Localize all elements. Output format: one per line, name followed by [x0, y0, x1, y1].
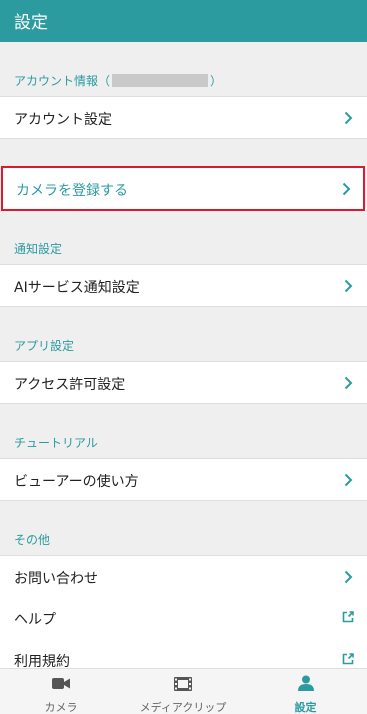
- tab-label: カメラ: [44, 701, 78, 714]
- row-label: アクセス許可設定: [14, 377, 126, 393]
- section-account-info-suffix: ）: [210, 74, 223, 88]
- row-contact[interactable]: お問い合わせ: [0, 555, 367, 598]
- row-label: AIサービス通知設定: [14, 280, 140, 296]
- row-label: ヘルプ: [14, 612, 56, 628]
- section-app-settings: アプリ設定: [14, 339, 75, 353]
- tab-label: メディアクリップ: [139, 701, 227, 714]
- section-account-info-prefix: アカウント情報（: [14, 74, 111, 88]
- chevron-right-icon: [344, 111, 353, 125]
- app-header: 設定: [0, 0, 367, 42]
- row-label: 利用規約: [14, 654, 70, 668]
- external-link-icon: [342, 653, 354, 665]
- external-link-icon: [342, 611, 354, 623]
- bottom-tab-bar: カメラ メディアクリップ 設定: [0, 668, 367, 714]
- chevron-right-icon: [344, 473, 353, 487]
- tab-label: 設定: [294, 701, 317, 714]
- row-viewer-howto[interactable]: ビューアーの使い方: [0, 458, 367, 501]
- section-account-info: アカウント情報（ ）: [14, 72, 222, 89]
- row-label: アカウント設定: [14, 112, 112, 128]
- chevron-right-icon: [344, 570, 353, 584]
- section-notification: 通知設定: [14, 242, 63, 256]
- row-ai-notification-settings[interactable]: AIサービス通知設定: [0, 264, 367, 307]
- tab-camera[interactable]: カメラ: [0, 669, 122, 714]
- row-access-permission-settings[interactable]: アクセス許可設定: [0, 361, 367, 404]
- settings-list[interactable]: アカウント情報（ ） アカウント設定 カメラを登録する 通知設定 AIサービス通知…: [0, 42, 367, 668]
- video-camera-icon: [52, 678, 70, 689]
- page-title: 設定: [14, 13, 48, 33]
- section-other: その他: [14, 533, 51, 547]
- row-label: カメラを登録する: [16, 183, 128, 199]
- tab-media-clip[interactable]: メディアクリップ: [122, 669, 244, 714]
- row-terms[interactable]: 利用規約: [0, 639, 367, 668]
- row-account-settings[interactable]: アカウント設定: [0, 96, 367, 139]
- chevron-right-icon: [344, 376, 353, 390]
- row-label: ビューアーの使い方: [14, 474, 139, 490]
- person-icon: [297, 675, 314, 691]
- masked-account-id: [112, 74, 209, 87]
- row-help[interactable]: ヘルプ: [0, 597, 367, 640]
- film-icon: [174, 677, 192, 691]
- row-register-camera[interactable]: カメラを登録する: [1, 166, 365, 211]
- chevron-right-icon: [342, 182, 351, 196]
- row-label: お問い合わせ: [14, 571, 98, 587]
- tab-settings[interactable]: 設定: [244, 669, 367, 714]
- chevron-right-icon: [344, 279, 353, 293]
- section-tutorial: チュートリアル: [14, 436, 98, 450]
